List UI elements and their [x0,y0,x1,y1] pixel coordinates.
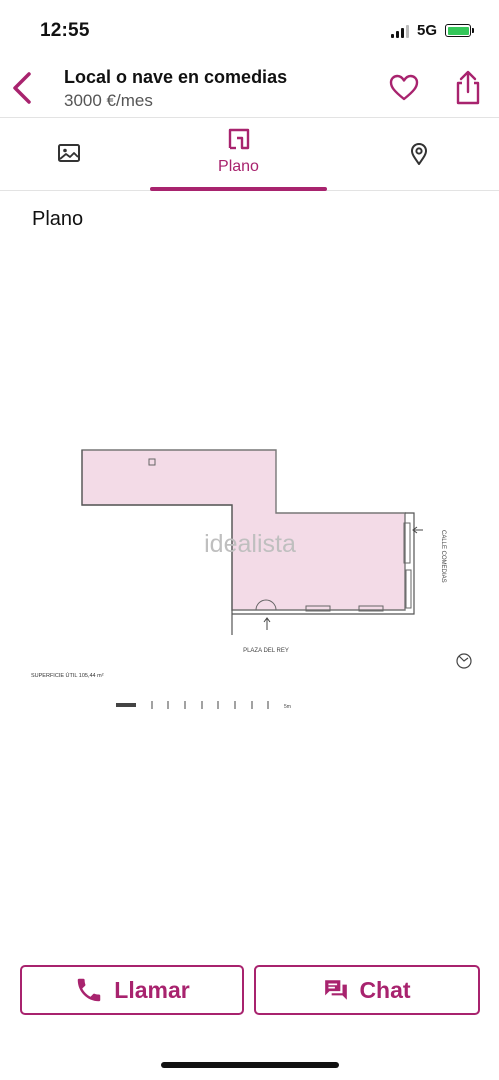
call-button-label: Llamar [114,976,190,1003]
chevron-left-icon [13,72,31,104]
share-button[interactable] [452,70,484,106]
tab-plan[interactable]: Plano [150,118,327,191]
network-type: 5G [416,22,437,39]
active-tab-indicator [150,187,327,191]
favorite-button[interactable] [388,72,420,104]
floor-plan-drawing: idealista CALLE COMEDIAS PLAZA DEL REY S… [31,449,472,710]
call-button[interactable]: Llamar [20,965,244,1015]
tab-plan-label: Plano [218,158,259,175]
street-label-bottom: PLAZA DEL REY [243,648,289,654]
home-indicator [161,1062,339,1068]
floorplan-icon [228,128,250,150]
street-label-right: CALLE COMEDIAS [440,530,446,583]
north-compass-icon [456,653,472,669]
scale-end-label: 5m [284,704,291,710]
listing-price: 3000 €/mes [64,91,153,110]
scale-bar: 5m [116,701,291,710]
floor-plan-image[interactable]: idealista CALLE COMEDIAS PLAZA DEL REY S… [0,430,499,730]
phone-icon [78,978,101,1002]
status-time: 12:55 [40,20,90,41]
listing-title: Local o nave en comedias [64,67,288,87]
share-icon [456,70,480,105]
section-title: Plano [32,208,84,230]
area-label: SUPERFICIE ÚTIL 105,44 m² [31,672,104,679]
chat-bubbles-icon [325,980,348,1000]
plan-watermark: idealista [204,530,296,558]
battery-icon [445,24,474,37]
entrance-arrow-bottom [263,617,271,630]
tab-map[interactable] [340,118,499,190]
status-indicators: 5G [390,22,474,39]
media-tabs: Plano [0,118,499,191]
chat-button[interactable]: Chat [254,965,480,1015]
chat-button-label: Chat [359,976,411,1003]
status-bar: 12:55 5G [0,0,499,60]
photo-icon [58,144,80,162]
tab-photos[interactable] [0,118,140,190]
heart-icon [389,74,419,101]
top-app-bar: Local o nave en comedias 3000 €/mes [0,60,499,118]
location-pin-icon [411,143,427,165]
signal-icon [390,24,409,38]
back-button[interactable] [8,68,38,108]
